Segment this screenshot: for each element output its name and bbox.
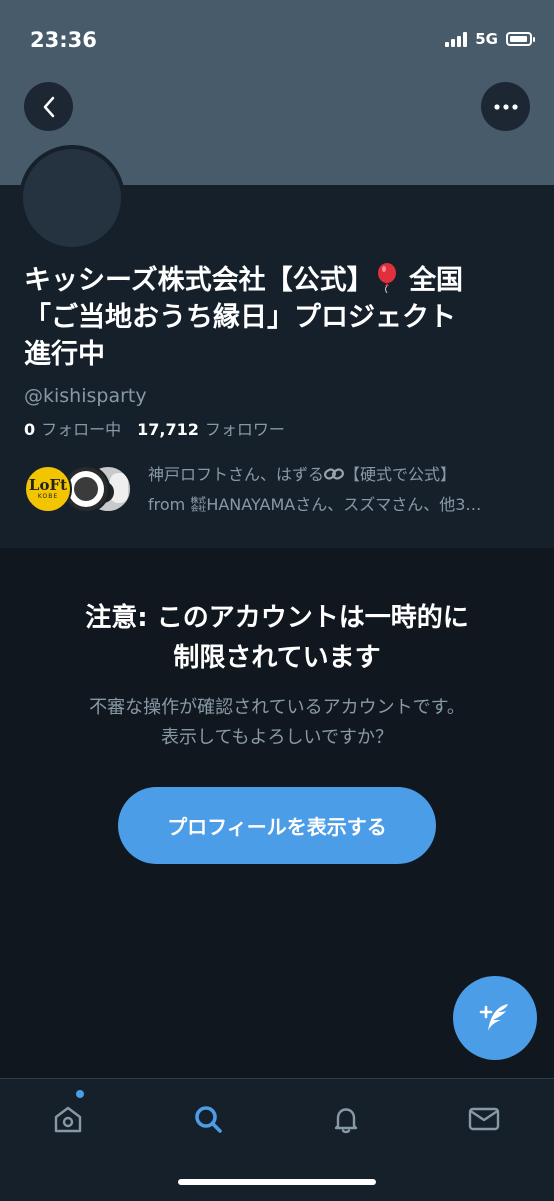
signal-icon [445,31,468,47]
followed-by-avatars[interactable]: LoFt KOBE [24,465,134,515]
follower-avatar-loft: LoFt KOBE [24,465,72,513]
status-indicators: 5G [445,30,535,48]
profile-name-line2: 「ご当地おうち縁日」プロジェクト [24,302,456,333]
warning-title-line1: 注意: このアカウントは一時的に [85,603,469,633]
following-count: 0 [24,420,36,439]
home-unread-dot [76,1090,84,1098]
warning-subtitle-line2: 表示してもよろしいですか？ [160,727,394,748]
followed-by-line1b: 【硬式で公式】 [344,465,457,484]
profile-name-line3: 進行中 [24,339,105,370]
followed-by-line2: from ㍿HANAYAMAさん、スズマさん、他3… [148,495,482,514]
warning-subtitle-line1: 不審な操作が確認されているアカウントです。 [89,697,465,718]
tab-search[interactable] [188,1099,228,1139]
profile-avatar[interactable] [19,145,125,251]
status-time: 23:36 [30,28,97,52]
followed-by-line1a: 神戸ロフトさん、はずる [148,465,325,484]
followers-link[interactable]: 17,712 フォロワー [137,416,285,440]
back-button[interactable] [24,82,73,131]
home-icon [54,1106,82,1133]
more-dots-icon [493,103,518,110]
battery-icon [506,32,535,46]
bell-icon [334,1108,358,1134]
compose-tweet-button[interactable] [453,976,537,1060]
link-icon [324,468,344,480]
profile-name-part2: 全国 [409,265,464,296]
following-link[interactable]: 0 フォロー中 [24,416,121,440]
followers-label: フォロワー [204,420,285,439]
warning-title: 注意: このアカウントは一時的に 制限されています [0,598,554,678]
followed-by-text[interactable]: 神戸ロフトさん、はずる 【硬式で公式】 from ㍿HANAYAMAさん、スズマさ… [148,460,538,520]
mail-icon [468,1107,500,1131]
view-profile-button[interactable]: プロフィールを表示する [118,787,436,864]
tab-notifications[interactable] [326,1099,366,1139]
loft-logo-sub: KOBE [37,493,59,500]
tab-messages[interactable] [464,1099,504,1139]
tab-home[interactable] [48,1099,88,1139]
profile-handle: @kishisparty [24,385,147,407]
warning-subtitle: 不審な操作が確認されているアカウントです。 表示してもよろしいですか？ [0,693,554,753]
following-label: フォロー中 [41,420,122,439]
balloon-icon [377,263,396,293]
search-icon [195,1106,222,1133]
chevron-left-icon [43,96,54,117]
warning-title-line2: 制限されています [173,643,381,673]
follow-counts: 0 フォロー中 17,712 フォロワー [24,416,285,440]
home-indicator[interactable] [178,1179,376,1185]
compose-quill-icon [479,1004,508,1031]
followers-count: 17,712 [137,420,199,439]
more-options-button[interactable] [481,82,530,131]
network-type: 5G [475,30,498,48]
profile-name: キッシーズ株式会社【公式】 全国 「ご当地おうち縁日」プロジェクト 進行中 [24,262,534,373]
loft-logo-text: LoFt [28,476,68,494]
profile-name-part1: キッシーズ株式会社【公式】 [24,265,374,296]
